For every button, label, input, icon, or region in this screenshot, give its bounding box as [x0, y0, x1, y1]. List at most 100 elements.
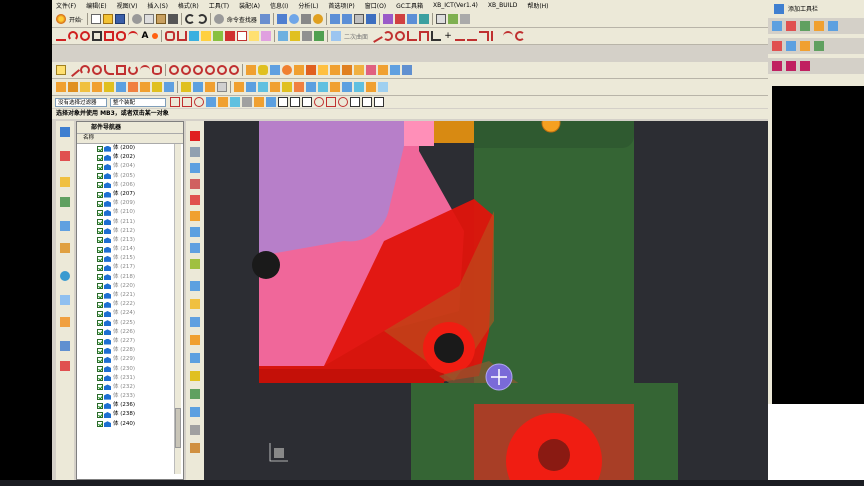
intersect-curve-icon[interactable]: [201, 31, 211, 41]
navigator-row[interactable]: 体 (206): [77, 181, 183, 190]
flange-icon[interactable]: [366, 82, 376, 92]
view-front-icon[interactable]: [190, 195, 200, 205]
ruled-icon[interactable]: [282, 82, 292, 92]
join-curve-icon[interactable]: [249, 31, 259, 41]
visibility-checkbox[interactable]: [97, 338, 103, 345]
view-trimetric-icon[interactable]: [190, 147, 200, 157]
block-icon[interactable]: [246, 65, 256, 75]
navigator-row[interactable]: 体 (230): [77, 365, 183, 374]
copy-layer-icon[interactable]: [418, 14, 429, 24]
sketch-icon[interactable]: [56, 65, 66, 75]
shell-icon[interactable]: [354, 65, 364, 75]
pink-pivot-hole[interactable]: [252, 251, 280, 279]
mirror-icon[interactable]: [181, 65, 191, 75]
line-sketch-icon[interactable]: [65, 62, 81, 78]
visibility-checkbox[interactable]: [97, 402, 103, 409]
cone-icon[interactable]: [270, 65, 280, 75]
panel-tool-9-icon[interactable]: [814, 41, 824, 51]
render-style-icon[interactable]: [190, 353, 200, 363]
curve-circle-icon[interactable]: [395, 31, 406, 41]
navigator-row[interactable]: 体 (213): [77, 236, 183, 245]
rectangle-sketch-icon[interactable]: [116, 65, 126, 75]
view-right-icon[interactable]: [190, 211, 200, 221]
corner-icon[interactable]: [431, 31, 442, 41]
reuse-library-icon[interactable]: [60, 197, 70, 207]
selection-arrow-icon[interactable]: [259, 14, 270, 24]
unite-icon[interactable]: [294, 65, 304, 75]
name-column-header[interactable]: 名称: [77, 134, 183, 144]
trim-curve-icon[interactable]: [225, 31, 235, 41]
snap-midpoint-icon[interactable]: [182, 97, 192, 107]
visibility-checkbox[interactable]: [97, 421, 103, 428]
menu-item[interactable]: 窗口(O): [365, 1, 386, 10]
menu-item[interactable]: 工具(T): [209, 1, 229, 10]
view-left-icon[interactable]: [190, 227, 200, 237]
panel-tool-8-icon[interactable]: [800, 41, 810, 51]
navigator-row[interactable]: 体 (236): [77, 401, 183, 410]
zoom-icon[interactable]: [288, 14, 299, 24]
through-curves-icon[interactable]: [246, 82, 256, 92]
chamfer-solid-icon[interactable]: [342, 65, 352, 75]
display-icon[interactable]: [447, 14, 458, 24]
visibility-checkbox[interactable]: [97, 237, 103, 244]
navigator-row[interactable]: 体 (204): [77, 162, 183, 171]
constraint-navigator-icon[interactable]: [60, 151, 70, 161]
color-icon[interactable]: [190, 131, 200, 141]
rectangle-icon[interactable]: [92, 31, 102, 41]
navigator-row[interactable]: 体 (214): [77, 245, 183, 254]
background-color-icon[interactable]: [435, 14, 446, 24]
snap-line-icon[interactable]: [290, 97, 300, 107]
add-toolbar-title[interactable]: 添加工具栏: [788, 4, 818, 13]
navigator-row[interactable]: 体 (217): [77, 263, 183, 272]
navigator-row[interactable]: 体 (224): [77, 309, 183, 318]
snap-on-curve-icon[interactable]: [362, 97, 372, 107]
navigator-row[interactable]: 体 (231): [77, 374, 183, 383]
swept-icon[interactable]: [270, 82, 280, 92]
snap-existing-icon[interactable]: [338, 97, 348, 107]
bridge-curve-icon[interactable]: [177, 31, 187, 41]
grid-icon[interactable]: [459, 14, 470, 24]
visibility-checkbox[interactable]: [97, 292, 103, 299]
visibility-checkbox[interactable]: [97, 393, 103, 400]
navigator-row[interactable]: 体 (229): [77, 355, 183, 364]
menu-item[interactable]: 视图(V): [117, 1, 138, 10]
paste-icon[interactable]: [155, 14, 166, 24]
rotate-icon[interactable]: [312, 14, 323, 24]
replace-face-icon[interactable]: [128, 82, 138, 92]
navigator-row[interactable]: 体 (211): [77, 218, 183, 227]
panel-tool-1-icon[interactable]: [772, 21, 782, 31]
panel-tool-7-icon[interactable]: [786, 41, 796, 51]
menu-item[interactable]: 插入(S): [147, 1, 168, 10]
menu-item[interactable]: XB_BUILD: [488, 2, 517, 9]
visibility-checkbox[interactable]: [97, 182, 103, 189]
visibility-checkbox[interactable]: [97, 173, 103, 180]
navigator-row[interactable]: 体 (240): [77, 420, 183, 429]
trim-icon[interactable]: [229, 65, 239, 75]
redo-icon[interactable]: [196, 14, 207, 24]
face-icon[interactable]: [56, 82, 66, 92]
panel-tool-3-icon[interactable]: [800, 21, 810, 31]
snap-arc-center-icon[interactable]: [314, 97, 324, 107]
draft-icon[interactable]: [366, 65, 376, 75]
visibility-checkbox[interactable]: [97, 384, 103, 391]
red-base-hole[interactable]: [538, 439, 570, 471]
extract-icon[interactable]: [116, 82, 126, 92]
navigator-row[interactable]: 体 (220): [77, 282, 183, 291]
snap-face-icon[interactable]: [230, 97, 240, 107]
conic-icon[interactable]: [152, 65, 162, 75]
lighting-icon[interactable]: [190, 335, 200, 345]
visibility-checkbox[interactable]: [97, 347, 103, 354]
quick-trim-icon[interactable]: [455, 31, 466, 41]
orange-block[interactable]: [434, 121, 474, 143]
command-finder-label[interactable]: 命令查找器: [227, 15, 257, 24]
silhouette-icon[interactable]: [378, 82, 388, 92]
intersect-icon[interactable]: [318, 65, 328, 75]
transition-icon[interactable]: [318, 82, 328, 92]
quick-extend-icon[interactable]: [467, 31, 478, 41]
visibility-checkbox[interactable]: [97, 329, 103, 336]
cut-icon[interactable]: [131, 14, 142, 24]
snap-control-icon[interactable]: [350, 97, 360, 107]
project-icon[interactable]: [205, 65, 215, 75]
mirror-curve-icon[interactable]: [515, 31, 526, 41]
save-icon[interactable]: [114, 14, 125, 24]
